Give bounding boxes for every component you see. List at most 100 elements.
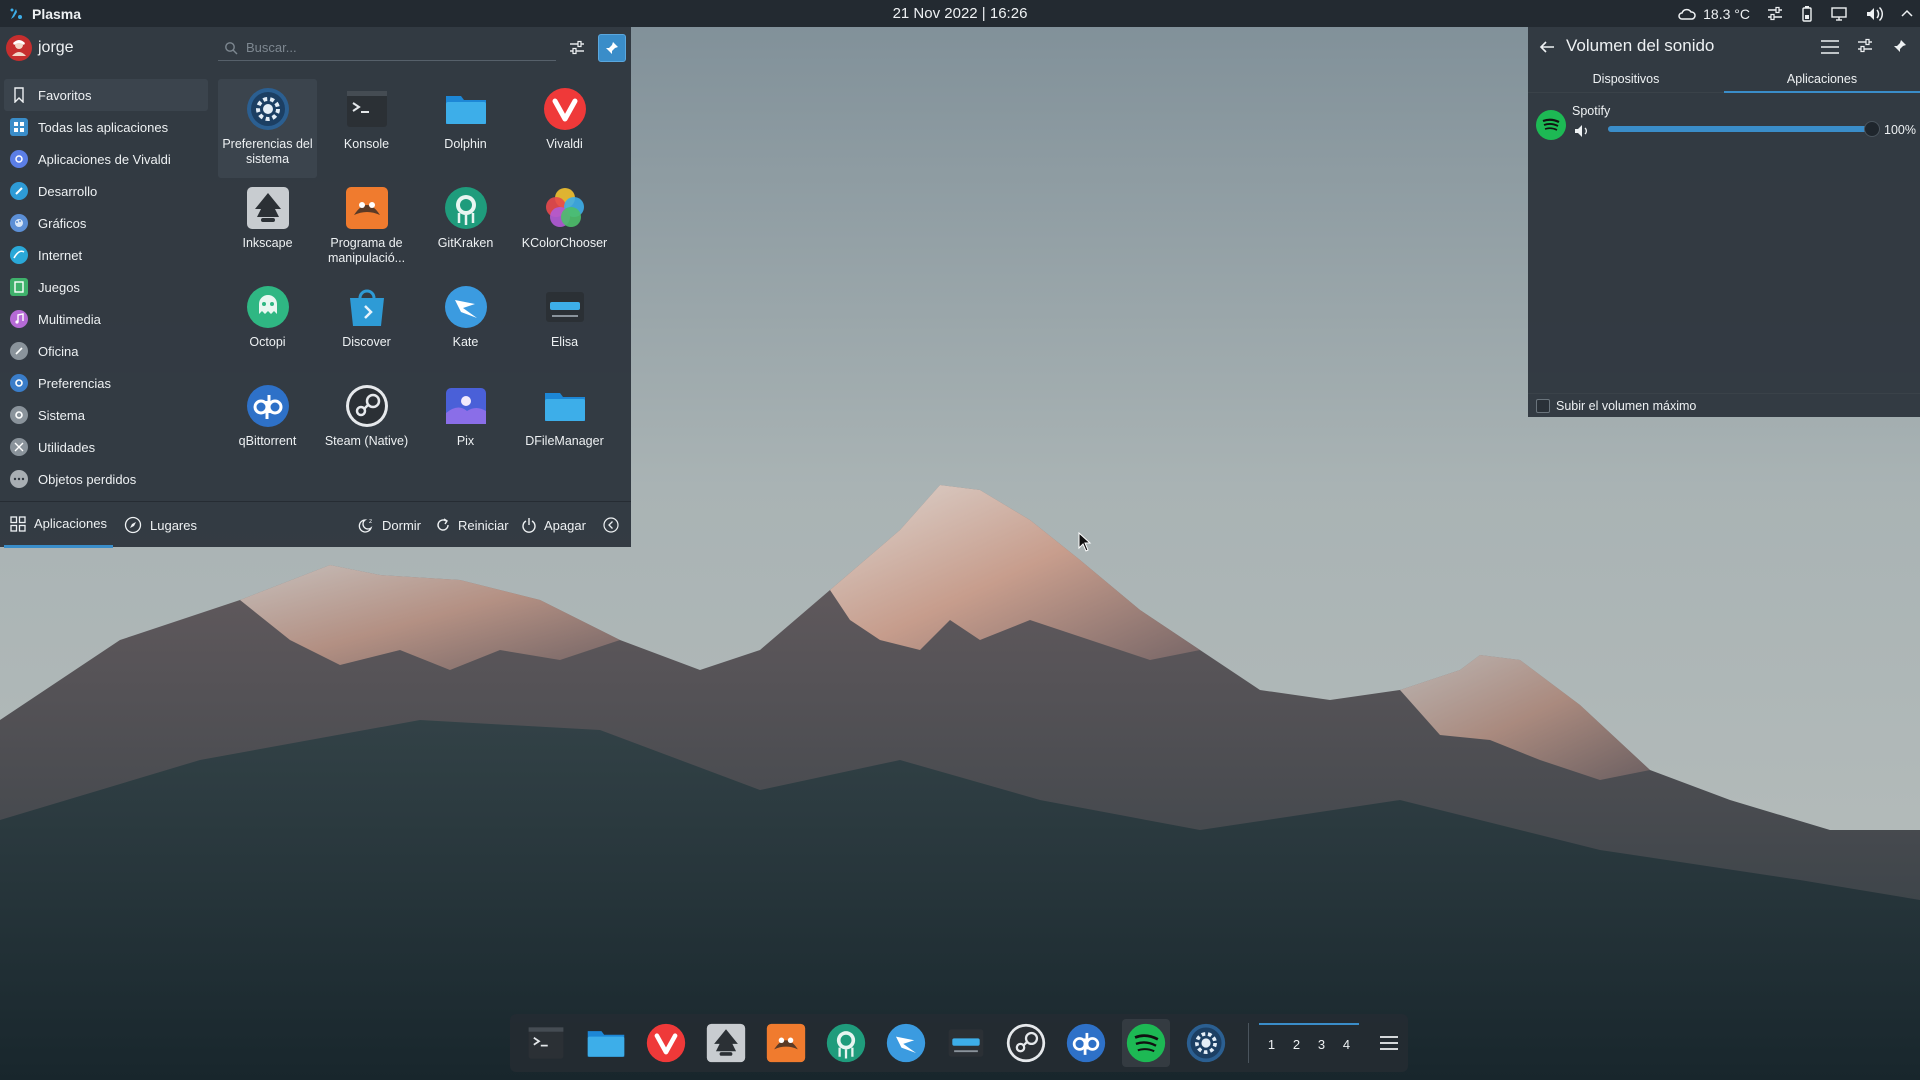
desktop-1[interactable]: 1	[1259, 1023, 1284, 1063]
category-utilities[interactable]: Utilidades	[4, 431, 208, 463]
search-field[interactable]	[218, 35, 556, 61]
category-games[interactable]: Juegos	[4, 271, 208, 303]
dock-spotify[interactable]	[1122, 1019, 1170, 1067]
tab-places[interactable]: Lugares	[118, 502, 203, 548]
dock-elisa[interactable]	[942, 1019, 990, 1067]
pin-launcher-button[interactable]	[598, 34, 626, 62]
app-gimp[interactable]: Programa de manipulació...	[317, 178, 416, 277]
restart-button[interactable]: Reiniciar	[434, 502, 509, 548]
app-elisa[interactable]: Elisa	[515, 277, 614, 376]
konsole-icon	[528, 1027, 564, 1059]
restart-label: Reiniciar	[458, 517, 509, 533]
desktop-4[interactable]: 4	[1334, 1023, 1359, 1063]
app-pix[interactable]: Pix	[416, 376, 515, 475]
desktop-3[interactable]: 3	[1309, 1023, 1334, 1063]
back-arrow-icon[interactable]	[1538, 39, 1556, 55]
category-system[interactable]: Sistema	[4, 399, 208, 431]
app-discover[interactable]: Discover	[317, 277, 416, 376]
more-session-options-button[interactable]	[602, 502, 620, 548]
app-inkscape[interactable]: Inkscape	[218, 178, 317, 277]
volume-tabs: Dispositivos Aplicaciones	[1528, 65, 1920, 93]
category-label: Todas las aplicaciones	[38, 119, 169, 135]
category-preferences[interactable]: Preferencias	[4, 367, 208, 399]
app-steam[interactable]: Steam (Native)	[317, 376, 416, 475]
avatar[interactable]	[6, 35, 32, 61]
category-list: Favoritos Todas las aplicaciones Aplicac…	[4, 79, 208, 495]
raise-max-volume-checkbox[interactable]	[1536, 398, 1550, 413]
category-multimedia[interactable]: Multimedia	[4, 303, 208, 335]
category-development[interactable]: Desarrollo	[4, 175, 208, 207]
volume-icon[interactable]	[1864, 5, 1884, 23]
hamburger-menu-icon[interactable]	[1379, 1034, 1399, 1052]
development-icon	[10, 182, 28, 200]
launcher-footer: Aplicaciones Lugares z Dormir Reiniciar …	[0, 501, 631, 548]
kate-icon	[886, 1023, 926, 1063]
shutdown-button[interactable]: Apagar	[520, 502, 586, 548]
dock-gimp[interactable]	[762, 1019, 810, 1067]
category-internet[interactable]: Internet	[4, 239, 208, 271]
dock-konsole[interactable]	[522, 1019, 570, 1067]
app-gitkraken[interactable]: GitKraken	[416, 178, 515, 277]
speaker-icon[interactable]	[1574, 124, 1590, 138]
slider-handle[interactable]	[1864, 121, 1880, 137]
grid-icon	[10, 515, 26, 532]
dolphin-folder-icon	[587, 1031, 625, 1057]
category-label: Utilidades	[38, 439, 96, 455]
settings-sliders-icon[interactable]	[1766, 6, 1784, 22]
app-dolphin[interactable]: Dolphin	[416, 79, 515, 178]
weather-temperature: 18.3 °C	[1703, 5, 1750, 22]
stream-volume-percent: 100%	[1884, 123, 1916, 137]
desktop-2[interactable]: 2	[1284, 1023, 1309, 1063]
app-vivaldi[interactable]: Vivaldi	[515, 79, 614, 178]
weather-icon	[1678, 8, 1696, 20]
discover-icon	[343, 283, 391, 331]
dock-dolphin[interactable]	[582, 1019, 630, 1067]
system-icon	[10, 406, 28, 424]
search-input[interactable]	[246, 40, 546, 55]
app-konsole[interactable]: Konsole	[317, 79, 416, 178]
battery-icon[interactable]	[1800, 5, 1814, 23]
category-graphics[interactable]: Gráficos	[4, 207, 208, 239]
display-icon[interactable]	[1830, 6, 1848, 22]
app-system-settings[interactable]: Preferencias del sistema	[218, 79, 317, 178]
plasma-launcher-button[interactable]: Plasma	[0, 6, 81, 22]
chevron-up-icon[interactable]	[1900, 7, 1914, 21]
stream-volume-slider[interactable]	[1608, 121, 1880, 137]
tab-applications[interactable]: Aplicaciones	[1724, 65, 1920, 93]
app-label: Inkscape	[242, 236, 293, 250]
configure-launcher-button[interactable]	[563, 34, 591, 62]
category-favorites[interactable]: Favoritos	[4, 79, 208, 111]
weather-widget[interactable]: 18.3 °C	[1677, 6, 1750, 22]
tab-applications[interactable]: Aplicaciones	[4, 502, 113, 548]
category-all-apps[interactable]: Todas las aplicaciones	[4, 111, 208, 143]
settings-sliders-icon[interactable]	[1856, 38, 1874, 54]
slider-fill	[1608, 126, 1872, 132]
menu-icon[interactable]	[1820, 38, 1840, 56]
dock-vivaldi[interactable]	[642, 1019, 690, 1067]
app-qbittorrent[interactable]: qBittorrent	[218, 376, 317, 475]
app-kate[interactable]: Kate	[416, 277, 515, 376]
category-label: Oficina	[38, 343, 79, 359]
sleep-button[interactable]: z Dormir	[358, 502, 421, 548]
category-office[interactable]: Oficina	[4, 335, 208, 367]
vivaldi-icon	[541, 85, 589, 133]
digital-clock[interactable]: 21 Nov 2022 | 16:26	[0, 5, 1920, 22]
app-dfilemanager[interactable]: DFileManager	[515, 376, 614, 475]
app-kcolorchooser[interactable]: KColorChooser	[515, 178, 614, 277]
category-vivaldi-apps[interactable]: Aplicaciones de Vivaldi	[4, 143, 208, 175]
pin-icon[interactable]	[1892, 38, 1908, 54]
shutdown-label: Apagar	[544, 517, 586, 533]
app-label: KColorChooser	[521, 236, 608, 250]
dock-gitkraken[interactable]	[822, 1019, 870, 1067]
app-label: Vivaldi	[546, 137, 583, 151]
dock-qbittorrent[interactable]	[1062, 1019, 1110, 1067]
dock-system-settings[interactable]	[1182, 1019, 1230, 1067]
dock-inkscape[interactable]	[702, 1019, 750, 1067]
category-lost-found[interactable]: Objetos perdidos	[4, 463, 208, 495]
spotify-icon	[1126, 1023, 1166, 1063]
dock-steam[interactable]	[1002, 1019, 1050, 1067]
dock-kate[interactable]	[882, 1019, 930, 1067]
app-octopi[interactable]: Octopi	[218, 277, 317, 376]
kcolorchooser-icon	[541, 184, 589, 232]
tab-devices[interactable]: Dispositivos	[1528, 65, 1724, 93]
